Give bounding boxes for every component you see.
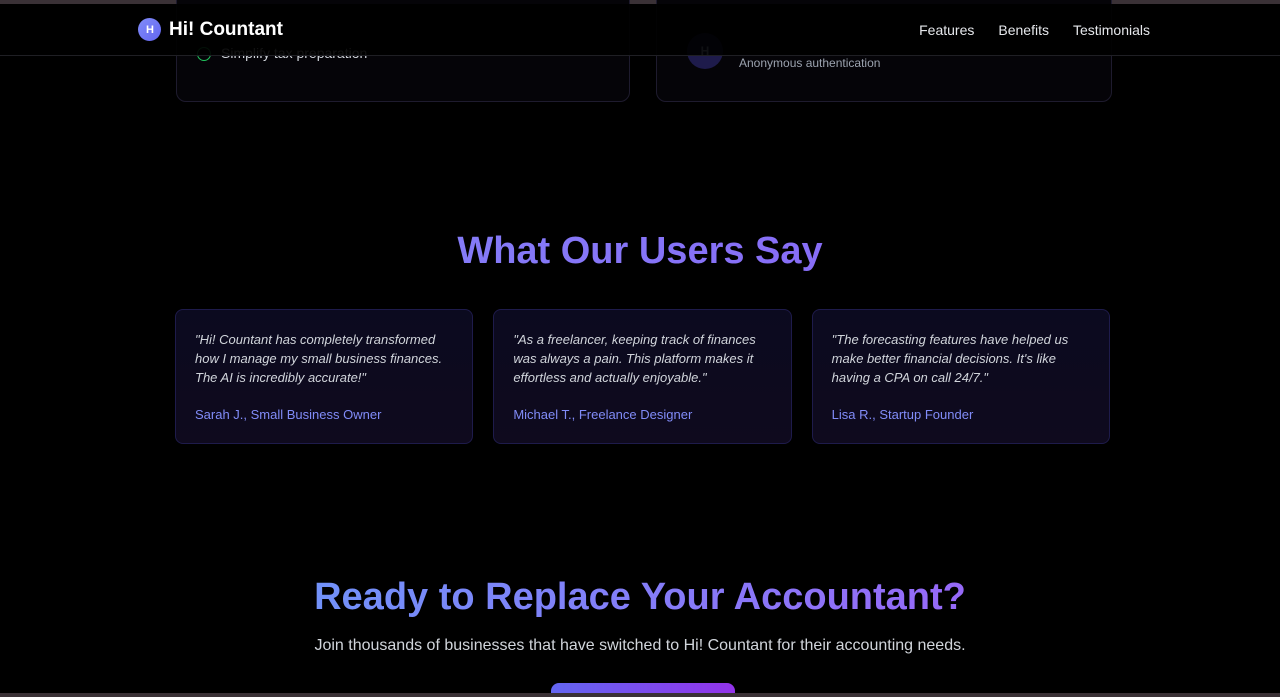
testimonial-card: "As a freelancer, keeping track of finan… (493, 309, 792, 444)
cta-subtitle: Join thousands of businesses that have s… (314, 637, 966, 654)
window-bottom-border (0, 693, 1280, 697)
brand-name: Hi! Countant (169, 18, 283, 40)
brand-logo[interactable]: H Hi! Countant (138, 18, 283, 41)
feature-item-label: Anonymous authentication (739, 56, 881, 70)
testimonial-author: Lisa R., Startup Founder (831, 407, 974, 422)
testimonial-list: "Hi! Countant has completely transformed… (175, 309, 1110, 444)
top-navbar: H Hi! Countant Features Benefits Testimo… (0, 4, 1280, 56)
page: Simplify tax preparation H Anonymous aut… (0, 0, 1280, 697)
nav-link-features[interactable]: Features (919, 22, 974, 38)
nav-link-testimonials[interactable]: Testimonials (1073, 22, 1150, 38)
main-nav: Features Benefits Testimonials (919, 22, 1150, 38)
testimonial-quote: "Hi! Countant has completely transformed… (195, 332, 443, 385)
testimonial-quote: "The forecasting features have helped us… (831, 332, 1069, 385)
nav-link-benefits[interactable]: Benefits (998, 22, 1049, 38)
cta-title: Ready to Replace Your Accountant? (0, 576, 1280, 619)
testimonial-author: Michael T., Freelance Designer (513, 407, 693, 422)
logo-icon: H (138, 18, 161, 41)
testimonials-title: What Our Users Say (0, 230, 1280, 273)
testimonial-author: Sarah J., Small Business Owner (195, 407, 382, 422)
testimonial-card: "The forecasting features have helped us… (811, 309, 1110, 444)
testimonial-quote: "As a freelancer, keeping track of finan… (513, 332, 756, 385)
testimonial-card: "Hi! Countant has completely transformed… (175, 309, 474, 444)
